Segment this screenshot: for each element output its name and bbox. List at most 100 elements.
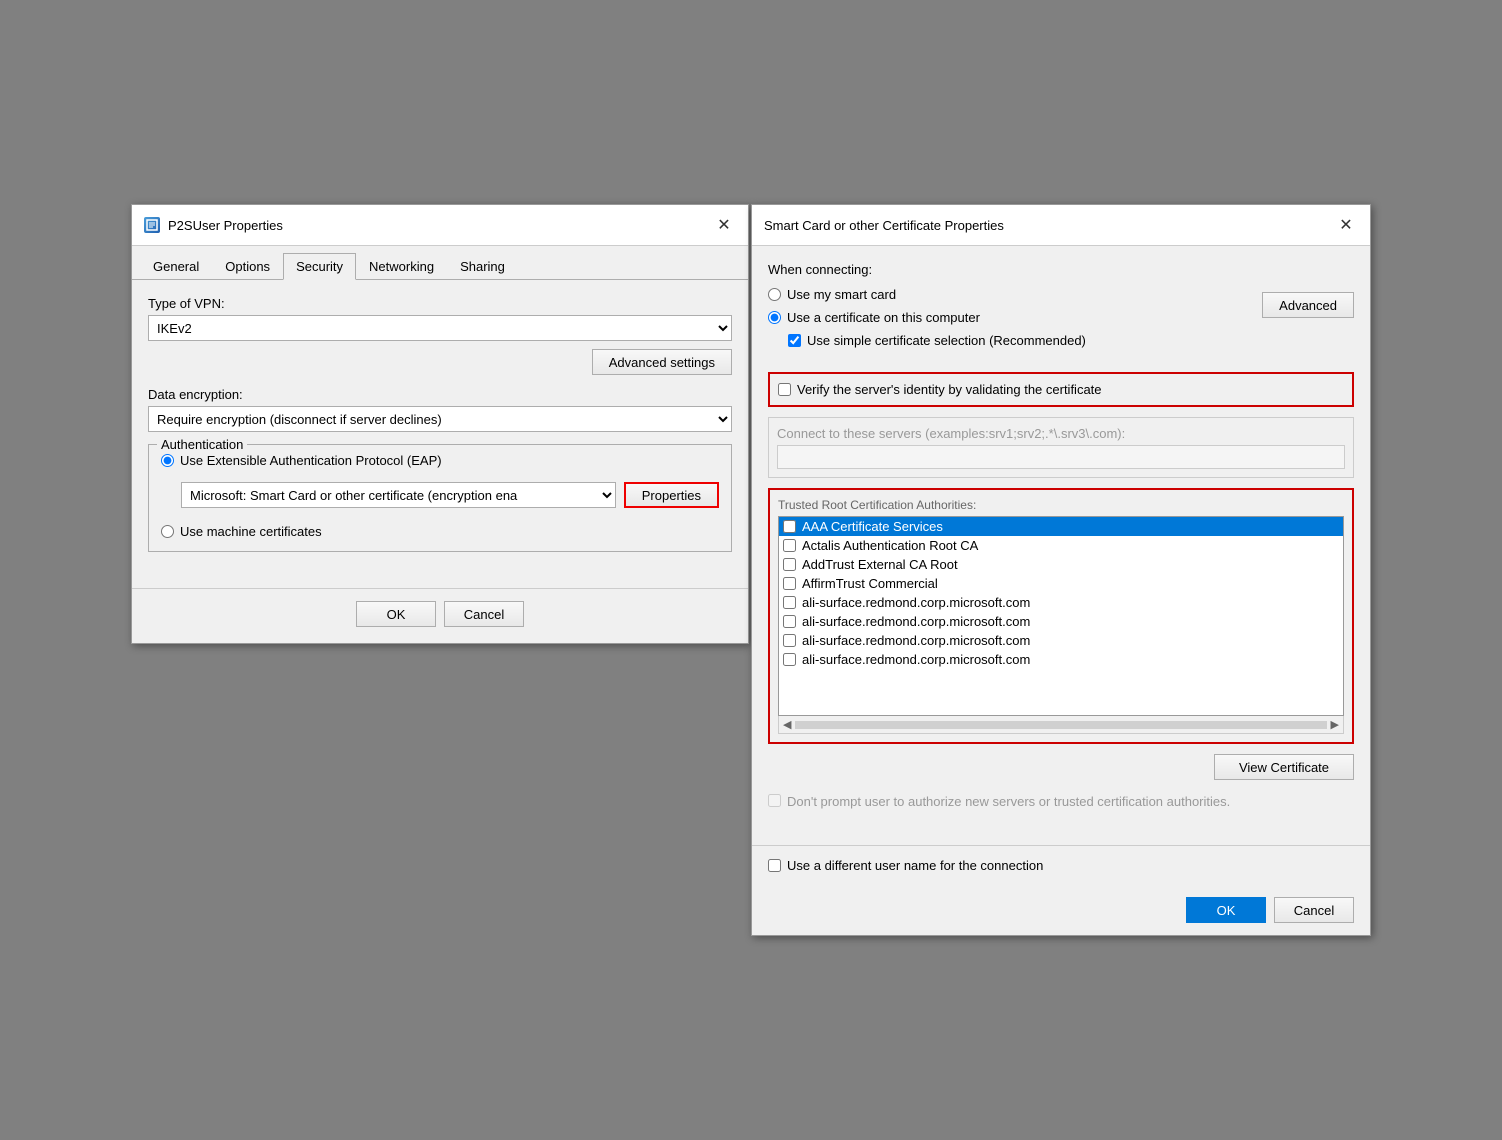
right-dialog-title: Smart Card or other Certificate Properti… xyxy=(764,218,1004,233)
left-footer: OK Cancel xyxy=(132,588,748,643)
cert-list-item[interactable]: Actalis Authentication Root CA xyxy=(779,536,1343,555)
diff-user-checkbox[interactable] xyxy=(768,859,781,872)
when-connecting-label: When connecting: xyxy=(768,262,1086,277)
tab-security[interactable]: Security xyxy=(283,253,356,280)
right-close-button[interactable]: ✕ xyxy=(1334,213,1358,237)
cert-list-item[interactable]: AAA Certificate Services xyxy=(779,517,1343,536)
cert-item-label-7: ali-surface.redmond.corp.microsoft.com xyxy=(802,652,1030,667)
vpn-type-select[interactable]: IKEv2 xyxy=(148,315,732,341)
simple-cert-label: Use simple certificate selection (Recomm… xyxy=(807,333,1086,348)
cert-item-label-2: AddTrust External CA Root xyxy=(802,557,958,572)
smart-card-radio-item: Use my smart card xyxy=(768,287,1086,302)
cert-list-item[interactable]: ali-surface.redmond.corp.microsoft.com xyxy=(779,650,1343,669)
certificate-radio-item: Use a certificate on this computer xyxy=(768,310,1086,325)
cert-item-checkbox-4[interactable] xyxy=(783,596,796,609)
tab-options[interactable]: Options xyxy=(212,253,283,280)
eap-type-select[interactable]: Microsoft: Smart Card or other certifica… xyxy=(181,482,616,508)
eap-radio-item: Use Extensible Authentication Protocol (… xyxy=(161,453,719,468)
machine-cert-radio[interactable] xyxy=(161,525,174,538)
connect-servers-input[interactable] xyxy=(777,445,1345,469)
vpn-type-row: IKEv2 xyxy=(148,315,732,341)
right-ok-button[interactable]: OK xyxy=(1186,897,1266,923)
cert-item-label-6: ali-surface.redmond.corp.microsoft.com xyxy=(802,633,1030,648)
cert-item-checkbox-3[interactable] xyxy=(783,577,796,590)
left-title-left: P2SUser Properties xyxy=(144,217,283,233)
smart-card-label: Use my smart card xyxy=(787,287,896,302)
cert-list-item[interactable]: ali-surface.redmond.corp.microsoft.com xyxy=(779,612,1343,631)
simple-cert-checkbox-item: Use simple certificate selection (Recomm… xyxy=(788,333,1086,348)
when-connecting-section: When connecting: Use my smart card Use a… xyxy=(768,262,1354,358)
view-certificate-button[interactable]: View Certificate xyxy=(1214,754,1354,780)
smart-card-radio[interactable] xyxy=(768,288,781,301)
cert-item-checkbox-1[interactable] xyxy=(783,539,796,552)
cert-list-item[interactable]: ali-surface.redmond.corp.microsoft.com xyxy=(779,631,1343,650)
dialog-icon xyxy=(144,217,160,233)
auth-radio-group: Use Extensible Authentication Protocol (… xyxy=(161,453,719,539)
cert-item-checkbox-7[interactable] xyxy=(783,653,796,666)
left-title-bar: P2SUser Properties ✕ xyxy=(132,205,748,246)
certificate-radio[interactable] xyxy=(768,311,781,324)
connect-servers-label: Connect to these servers (examples:srv1;… xyxy=(777,426,1125,441)
data-encryption-select[interactable]: Require encryption (disconnect if server… xyxy=(148,406,732,432)
left-dialog: P2SUser Properties ✕ General Options Sec… xyxy=(131,204,749,644)
scroll-right-icon[interactable]: ▶ xyxy=(1331,718,1339,731)
data-encryption-group: Data encryption: Require encryption (dis… xyxy=(148,387,732,432)
left-cancel-button[interactable]: Cancel xyxy=(444,601,524,627)
diff-user-row: Use a different user name for the connec… xyxy=(752,845,1370,885)
machine-cert-radio-item: Use machine certificates xyxy=(161,524,719,539)
dont-prompt-label: Don't prompt user to authorize new serve… xyxy=(787,794,1230,809)
right-dialog: Smart Card or other Certificate Properti… xyxy=(751,204,1371,936)
tab-sharing[interactable]: Sharing xyxy=(447,253,518,280)
vpn-type-group: Type of VPN: IKEv2 Advanced settings xyxy=(148,296,732,375)
dont-prompt-row: Don't prompt user to authorize new serve… xyxy=(768,790,1354,813)
tab-networking[interactable]: Networking xyxy=(356,253,447,280)
left-ok-button[interactable]: OK xyxy=(356,601,436,627)
scroll-left-icon[interactable]: ◀ xyxy=(783,718,791,731)
right-content: When connecting: Use my smart card Use a… xyxy=(752,246,1370,841)
cert-list-item[interactable]: AddTrust External CA Root xyxy=(779,555,1343,574)
eap-radio[interactable] xyxy=(161,454,174,467)
left-dialog-title: P2SUser Properties xyxy=(168,218,283,233)
cert-item-checkbox-5[interactable] xyxy=(783,615,796,628)
right-title-bar: Smart Card or other Certificate Properti… xyxy=(752,205,1370,246)
verify-checkbox[interactable] xyxy=(778,383,791,396)
simple-cert-checkbox[interactable] xyxy=(788,334,801,347)
machine-cert-label: Use machine certificates xyxy=(180,524,322,539)
connect-servers-box: Connect to these servers (examples:srv1;… xyxy=(768,417,1354,478)
right-footer: OK Cancel xyxy=(752,885,1370,935)
eap-label: Use Extensible Authentication Protocol (… xyxy=(180,453,442,468)
left-close-button[interactable]: ✕ xyxy=(712,213,736,237)
horizontal-scrollbar[interactable]: ◀ ▶ xyxy=(778,716,1344,734)
tab-bar: General Options Security Networking Shar… xyxy=(132,246,748,280)
certificate-label: Use a certificate on this computer xyxy=(787,310,980,325)
authentication-group-title: Authentication xyxy=(157,437,247,452)
cert-list[interactable]: AAA Certificate Services Actalis Authent… xyxy=(778,516,1344,716)
authentication-group: Authentication Use Extensible Authentica… xyxy=(148,444,732,552)
connection-radios: Use my smart card Use a certificate on t… xyxy=(768,287,1086,348)
data-encryption-label: Data encryption: xyxy=(148,387,732,402)
cert-list-item[interactable]: AffirmTrust Commercial xyxy=(779,574,1343,593)
properties-button[interactable]: Properties xyxy=(624,482,719,508)
advanced-settings-button[interactable]: Advanced settings xyxy=(592,349,732,375)
cert-item-label-5: ali-surface.redmond.corp.microsoft.com xyxy=(802,614,1030,629)
cert-item-checkbox-6[interactable] xyxy=(783,634,796,647)
dont-prompt-checkbox[interactable] xyxy=(768,794,781,807)
verify-row: Verify the server's identity by validati… xyxy=(768,372,1354,407)
cert-item-checkbox-2[interactable] xyxy=(783,558,796,571)
left-content: Type of VPN: IKEv2 Advanced settings Dat… xyxy=(132,280,748,580)
cert-item-label-1: Actalis Authentication Root CA xyxy=(802,538,978,553)
tab-general[interactable]: General xyxy=(140,253,212,280)
vpn-type-label: Type of VPN: xyxy=(148,296,732,311)
advanced-button[interactable]: Advanced xyxy=(1262,292,1354,318)
right-cancel-button[interactable]: Cancel xyxy=(1274,897,1354,923)
scroll-track[interactable] xyxy=(795,721,1326,729)
verify-label: Verify the server's identity by validati… xyxy=(797,382,1102,397)
eap-sub: Microsoft: Smart Card or other certifica… xyxy=(181,482,719,508)
cert-list-item[interactable]: ali-surface.redmond.corp.microsoft.com xyxy=(779,593,1343,612)
trusted-root-label: Trusted Root Certification Authorities: xyxy=(778,498,1344,512)
cert-item-label-0: AAA Certificate Services xyxy=(802,519,943,534)
cert-item-label-3: AffirmTrust Commercial xyxy=(802,576,938,591)
trusted-root-box: Trusted Root Certification Authorities: … xyxy=(768,488,1354,744)
cert-item-checkbox-0[interactable] xyxy=(783,520,796,533)
verify-checkbox-item: Verify the server's identity by validati… xyxy=(778,382,1344,397)
